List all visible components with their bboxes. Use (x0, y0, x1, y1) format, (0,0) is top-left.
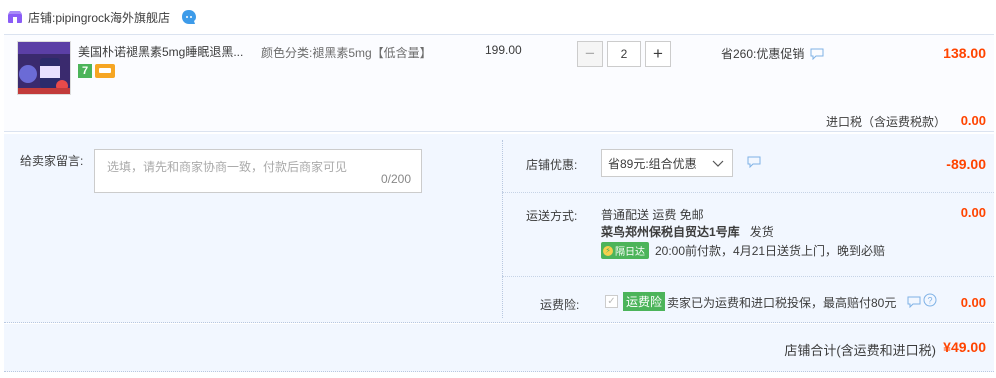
quantity-minus-button[interactable]: − (577, 41, 603, 67)
shipping-method-label: 运送方式: (526, 209, 578, 223)
seller-message-textarea[interactable]: 选填，请先和商家协商一致，付款后商家可见 0/200 (94, 149, 422, 193)
chevron-down-icon (712, 157, 724, 169)
insurance-icons: ? (907, 293, 937, 310)
order-options: 给卖家留言: 选填，请先和商家协商一致，付款后商家可见 0/200 店铺优惠: … (4, 134, 994, 323)
next-day-badge: ⚡ 隔日达 (601, 242, 649, 259)
quantity-input[interactable]: 2 (607, 41, 641, 67)
import-tax-value: 0.00 (960, 113, 986, 128)
order-item: 美国朴诺褪黑素5mg睡眠退黑... 7 颜色分类:褪黑素5mg【低含量】 199… (4, 34, 994, 132)
shop-header: 店铺: pipingrock海外旗舰店 (0, 0, 996, 34)
shop-coupon-select[interactable]: 省89元:组合优惠 (601, 149, 733, 177)
product-title-link[interactable]: 美国朴诺褪黑素5mg睡眠退黑... (78, 43, 254, 60)
insurance-tag: 运费险 (623, 292, 666, 311)
seller-message-placeholder: 选填，请先和商家协商一致，付款后商家可见 (107, 160, 348, 174)
shipping-insurance-label: 运费险: (540, 298, 580, 312)
seller-message-label: 给卖家留言: (20, 154, 84, 168)
seven-day-return-badge[interactable]: 7 (78, 64, 92, 78)
shop-label: 店铺: (28, 10, 56, 25)
shop-icon (8, 11, 22, 23)
shop-name-link[interactable]: pipingrock海外旗舰店 (55, 9, 170, 26)
item-subtotal: 138.00 (943, 45, 986, 61)
shipping-value: 0.00 (960, 205, 986, 220)
delivery-line: ⚡ 隔日达 20:00前付款，4月21日送货上门，晚到必赔 (601, 242, 885, 259)
unit-price: 199.00 (485, 43, 522, 57)
import-tax-row: 进口税（含运费税款） 0.00 (4, 113, 994, 131)
sku-info: 颜色分类:褪黑素5mg【低含量】 (261, 46, 432, 60)
column-divider (502, 140, 503, 318)
product-thumbnail[interactable] (17, 41, 71, 95)
insurance-chat-icon[interactable] (907, 296, 921, 308)
shop-coupon-label: 店铺优惠: (526, 158, 578, 172)
shop-total-row: 店铺合计(含运费和进口税) ¥49.00 (4, 324, 994, 372)
import-tax-label: 进口税（含运费税款） (825, 115, 946, 129)
svg-text:?: ? (927, 296, 932, 306)
insurance-checkbox[interactable]: ✓ (605, 295, 618, 308)
delivery-note: 20:00前付款，4月21日送货上门，晚到必赔 (655, 244, 886, 258)
shipping-warehouse-line: 菜鸟郑州保税自贸达1号库 发货 (601, 223, 774, 240)
coupon-info-icon[interactable] (747, 156, 761, 169)
shop-coupon-value: -89.00 (946, 156, 986, 172)
divider (502, 192, 994, 193)
promo-info: 省260:优惠促销 (721, 45, 824, 62)
insurance-text: 卖家已为运费和进口税投保，最高赔付80元 (667, 296, 897, 310)
shipping-dispatch: 发货 (749, 225, 774, 239)
shop-total-label: 店铺合计(含运费和进口税) (784, 343, 936, 358)
quantity-stepper: − 2 + (577, 41, 671, 67)
promo-text: 省260:优惠促销 (721, 47, 805, 61)
wangwang-chat-icon[interactable] (180, 8, 198, 26)
shop-coupon-selected: 省89元:组合优惠 (608, 156, 697, 171)
next-day-text: 隔日达 (615, 247, 645, 258)
quantity-plus-button[interactable]: + (645, 41, 671, 67)
seller-message-counter: 0/200 (380, 172, 411, 186)
shipping-warehouse: 菜鸟郑州保税自贸达1号库 (601, 225, 740, 239)
shop-total-value: ¥49.00 (943, 339, 986, 355)
credit-card-icon[interactable] (95, 64, 115, 78)
divider (502, 276, 994, 277)
insurance-value: 0.00 (960, 295, 986, 310)
service-badges: 7 (78, 64, 115, 78)
promo-info-icon[interactable] (810, 48, 824, 60)
lightning-icon: ⚡ (603, 245, 613, 256)
shipping-method: 普通配送 运费 免邮 (601, 208, 704, 222)
help-icon[interactable]: ? (923, 293, 937, 310)
